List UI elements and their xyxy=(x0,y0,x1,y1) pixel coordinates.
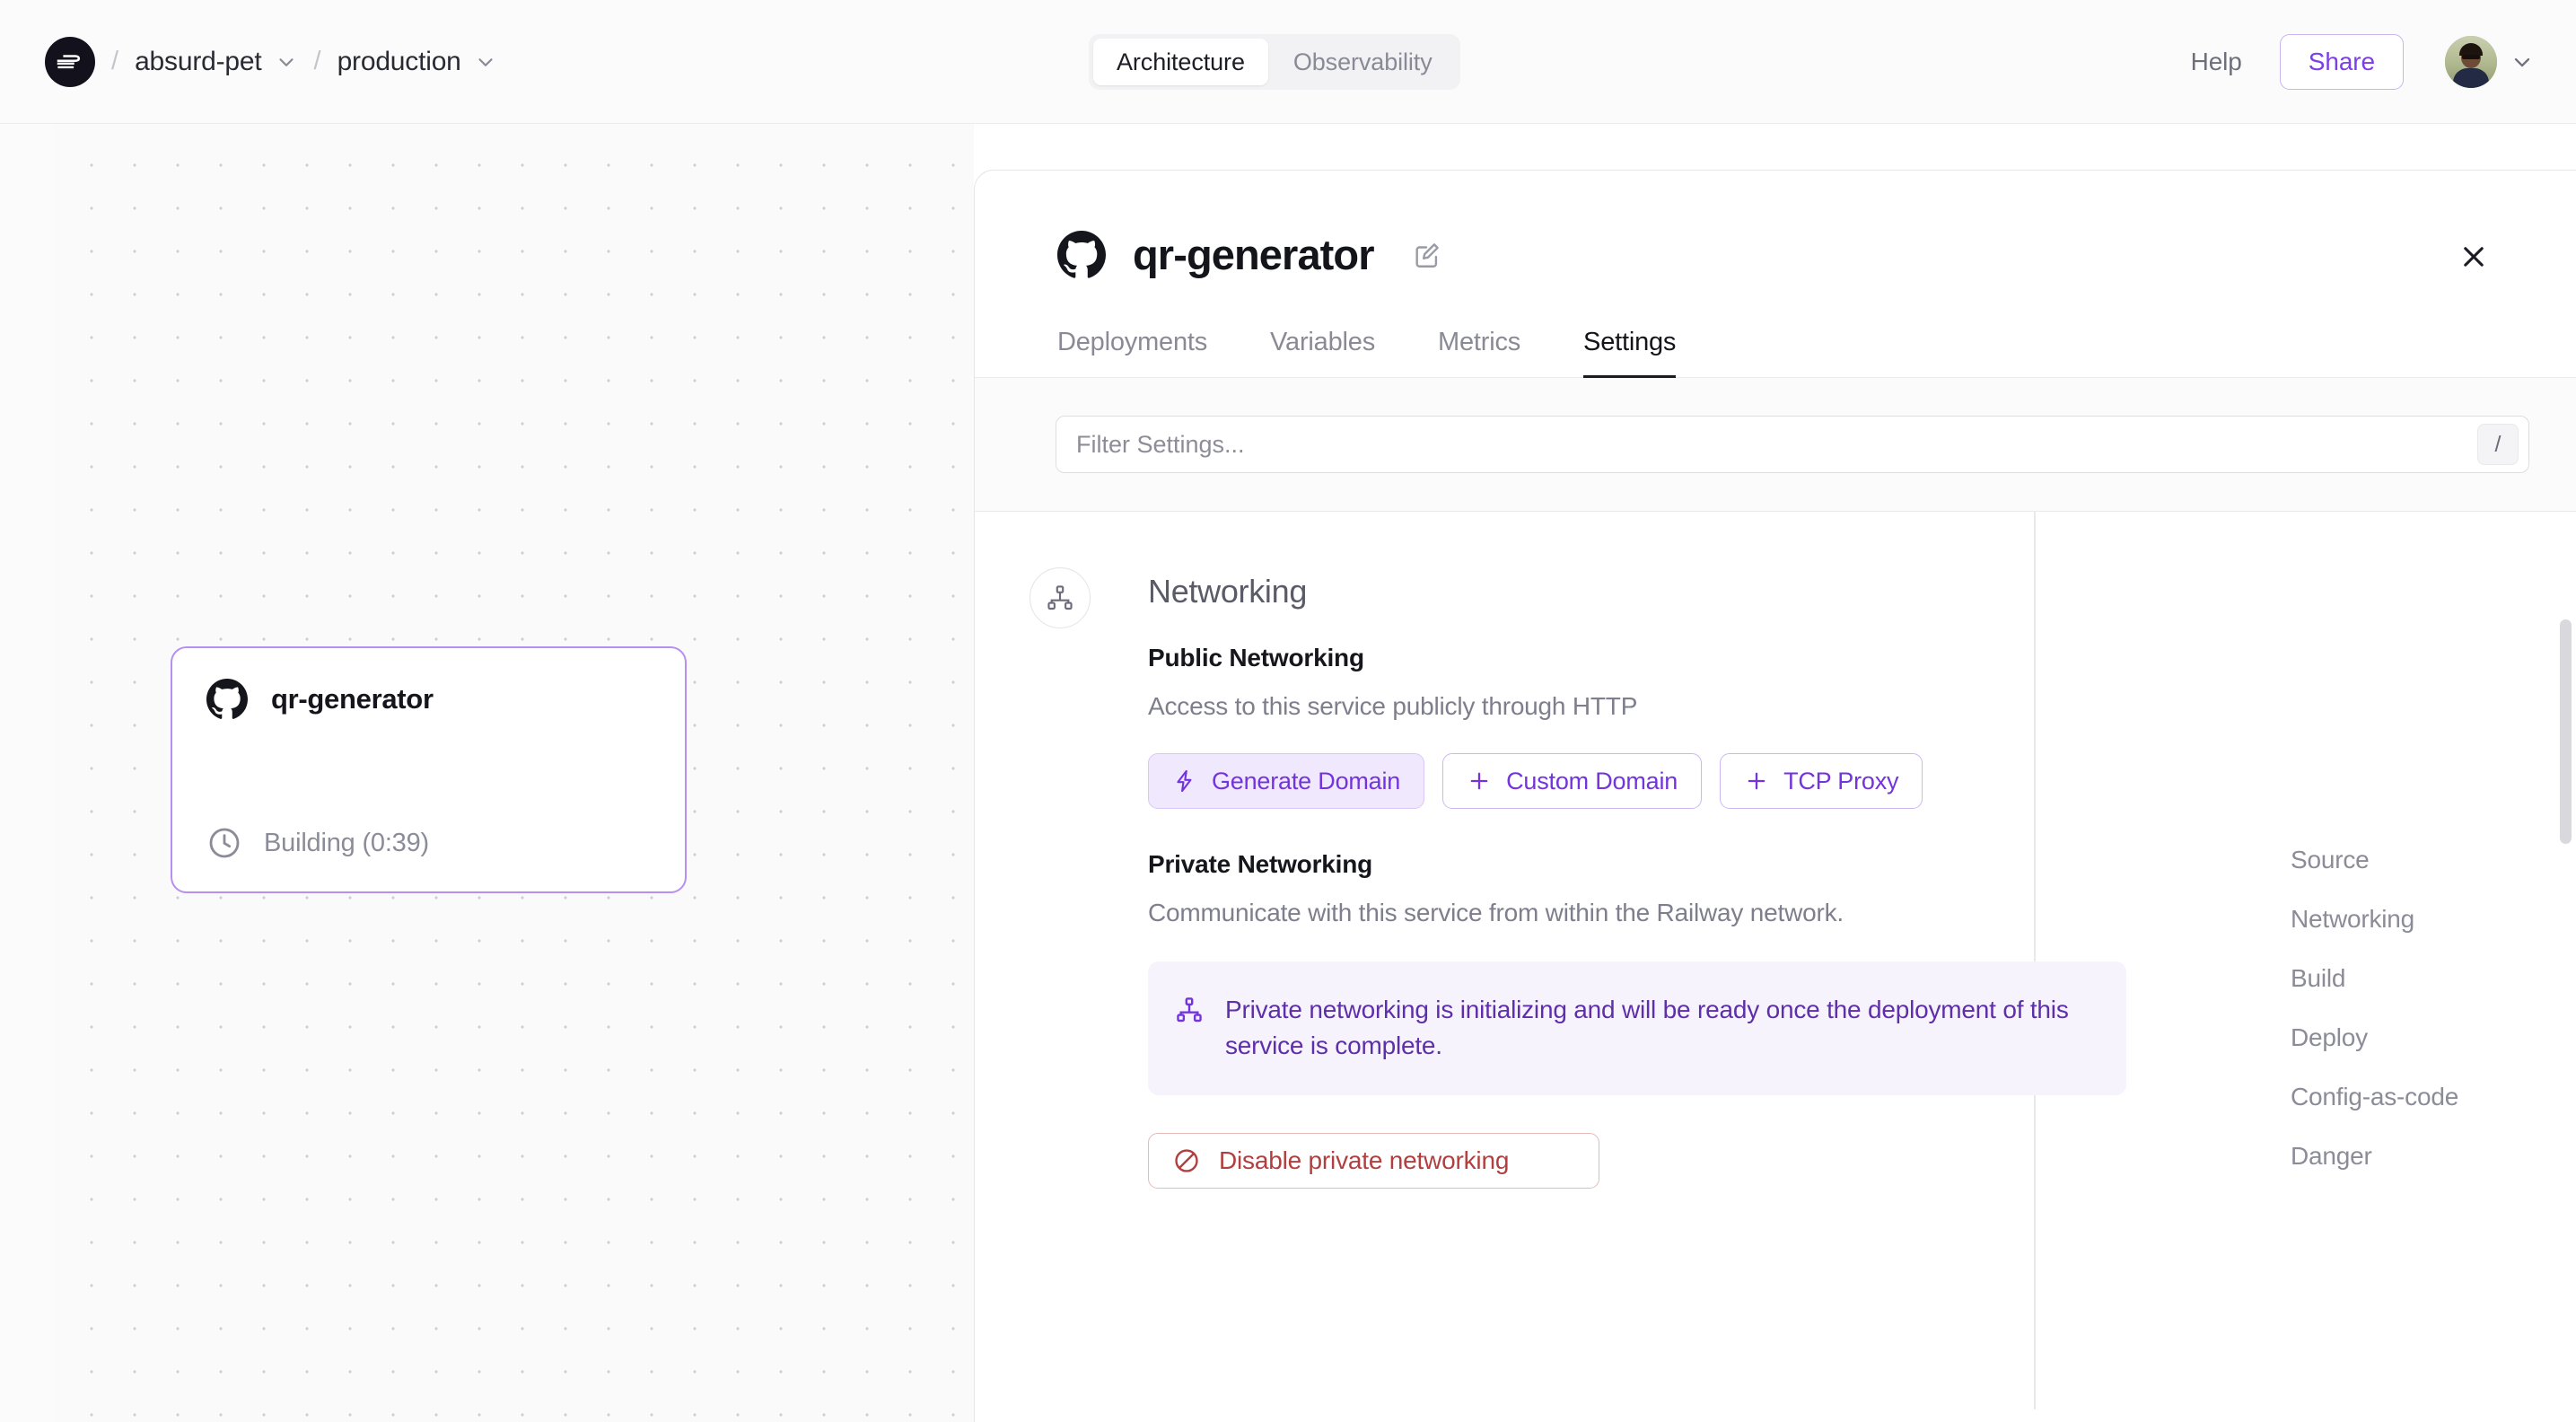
service-card-qr-generator[interactable]: qr-generator Building (0:39) xyxy=(171,646,687,893)
public-networking-description: Access to this service publicly through … xyxy=(1148,692,2207,721)
panel-tabs: Deployments Variables Metrics Settings xyxy=(975,279,2576,378)
vertical-scrollbar[interactable] xyxy=(2560,619,2572,844)
breadcrumb-separator-1: / xyxy=(95,47,135,76)
breadcrumb-project-label: absurd-pet xyxy=(135,47,261,77)
canvas-left-gutter xyxy=(0,124,56,1422)
sidebar-item-build[interactable]: Build xyxy=(2280,949,2576,1008)
tab-settings[interactable]: Settings xyxy=(1583,328,1676,377)
breadcrumb: / absurd-pet / production xyxy=(0,37,497,87)
share-button[interactable]: Share xyxy=(2280,34,2404,90)
tab-observability[interactable]: Observability xyxy=(1270,39,1456,85)
private-networking-callout: Private networking is initializing and w… xyxy=(1148,961,2126,1095)
sidebar-item-networking[interactable]: Networking xyxy=(2280,890,2576,949)
private-networking-title: Private Networking xyxy=(1148,850,2207,879)
tab-variables[interactable]: Variables xyxy=(1270,328,1375,377)
top-bar: / absurd-pet / production Architecture O… xyxy=(0,0,2576,124)
railway-logo-icon[interactable] xyxy=(45,37,95,87)
account-menu[interactable] xyxy=(2445,36,2535,88)
close-icon[interactable] xyxy=(2454,237,2493,276)
no-entry-icon xyxy=(1172,1146,1201,1175)
generate-domain-label: Generate Domain xyxy=(1212,768,1400,795)
github-icon xyxy=(1057,231,1106,279)
filter-settings-row: / xyxy=(975,378,2576,512)
panel-header: qr-generator xyxy=(975,171,2576,279)
public-networking-title: Public Networking xyxy=(1148,644,2207,672)
sidebar-item-source[interactable]: Source xyxy=(2280,830,2576,890)
page-title: qr-generator xyxy=(1133,230,1374,279)
plus-icon xyxy=(1744,768,1769,794)
lightning-bolt-icon xyxy=(1172,768,1197,794)
filter-settings-input[interactable] xyxy=(1056,416,2529,473)
service-card-header: qr-generator xyxy=(206,679,651,720)
tab-metrics[interactable]: Metrics xyxy=(1438,328,1520,377)
section-body-networking: Public Networking Access to this service… xyxy=(1148,644,2207,1189)
plus-icon xyxy=(1467,768,1492,794)
architecture-canvas[interactable]: qr-generator Building (0:39) xyxy=(0,124,974,1422)
service-settings-panel: qr-generator Deployments Variables Metri… xyxy=(974,170,2576,1422)
sidebar-item-danger[interactable]: Danger xyxy=(2280,1127,2576,1186)
chevron-down-icon xyxy=(2510,49,2535,75)
network-nodes-icon xyxy=(1175,992,1204,1024)
view-tabs: Architecture Observability xyxy=(1089,34,1460,90)
tcp-proxy-label: TCP Proxy xyxy=(1783,768,1898,795)
network-nodes-icon xyxy=(1030,567,1091,628)
github-icon xyxy=(206,679,248,720)
service-card-name: qr-generator xyxy=(271,683,434,715)
edit-pencil-icon[interactable] xyxy=(1412,240,1442,270)
private-networking-description: Communicate with this service from withi… xyxy=(1148,899,2207,927)
disable-private-networking-button[interactable]: Disable private networking xyxy=(1148,1133,1599,1189)
custom-domain-label: Custom Domain xyxy=(1506,768,1678,795)
chevron-down-icon xyxy=(474,50,497,74)
breadcrumb-project[interactable]: absurd-pet xyxy=(135,47,297,77)
tab-architecture[interactable]: Architecture xyxy=(1093,39,1268,85)
settings-section-nav: Source Networking Build Deploy Config-as… xyxy=(2280,830,2576,1186)
public-networking-actions: Generate Domain Custom Domain TCP Proxy xyxy=(1148,753,2207,809)
generate-domain-button[interactable]: Generate Domain xyxy=(1148,753,1424,809)
breadcrumb-environment[interactable]: production xyxy=(337,47,497,77)
avatar[interactable] xyxy=(2445,36,2497,88)
chevron-down-icon xyxy=(275,50,298,74)
breadcrumb-environment-label: production xyxy=(337,47,461,77)
sidebar-item-config-as-code[interactable]: Config-as-code xyxy=(2280,1067,2576,1127)
custom-domain-button[interactable]: Custom Domain xyxy=(1442,753,1702,809)
help-link[interactable]: Help xyxy=(2191,48,2242,76)
tcp-proxy-button[interactable]: TCP Proxy xyxy=(1720,753,1923,809)
clock-icon xyxy=(206,825,242,861)
service-card-status: Building (0:39) xyxy=(206,825,651,861)
top-bar-actions: Help Share xyxy=(2191,0,2535,124)
private-networking-callout-text: Private networking is initializing and w… xyxy=(1225,992,2099,1065)
tab-deployments[interactable]: Deployments xyxy=(1057,328,1207,377)
sidebar-item-deploy[interactable]: Deploy xyxy=(2280,1008,2576,1067)
breadcrumb-separator-2: / xyxy=(298,47,337,76)
service-card-status-text: Building (0:39) xyxy=(264,829,429,858)
disable-private-networking-label: Disable private networking xyxy=(1219,1146,1509,1175)
section-title-networking: Networking xyxy=(1148,573,1307,610)
keyboard-shortcut-badge: / xyxy=(2477,424,2519,465)
